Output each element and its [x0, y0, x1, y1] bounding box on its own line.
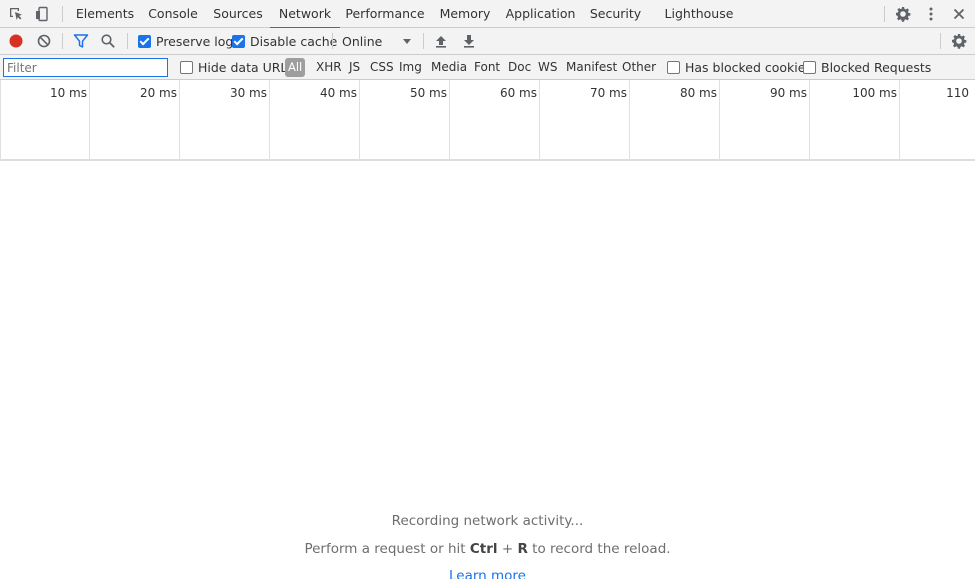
timeline-gridline — [899, 80, 900, 161]
shortcut-key-r: R — [517, 541, 528, 557]
type-filter-media[interactable]: Media — [431, 55, 467, 80]
has-blocked-cookies-checkbox[interactable] — [667, 61, 680, 74]
timeline-tick-label: 60 ms — [499, 86, 537, 100]
throttling-select[interactable]: Online — [342, 34, 382, 49]
timeline-tick-label: 70 ms — [589, 86, 627, 100]
tab-sources[interactable]: Sources — [210, 0, 266, 28]
timeline-tick-label: 50 ms — [409, 86, 447, 100]
timeline-gridline — [359, 80, 360, 161]
search-icon[interactable] — [100, 33, 116, 49]
learn-more-link[interactable]: Learn more — [449, 568, 526, 579]
has-blocked-cookies-label[interactable]: Has blocked cookies — [685, 60, 812, 75]
timeline-gridline — [539, 80, 540, 161]
type-filter-manifest[interactable]: Manifest — [566, 55, 617, 80]
chevron-down-icon[interactable] — [399, 33, 415, 49]
timeline-gridline — [449, 80, 450, 161]
divider — [423, 33, 424, 49]
tab-security[interactable]: Security — [588, 0, 643, 28]
close-icon[interactable] — [951, 6, 967, 22]
timeline-tick-label: 80 ms — [679, 86, 717, 100]
network-toolbar: Preserve log Disable cache Online — [0, 28, 975, 55]
type-filter-js[interactable]: JS — [349, 55, 360, 80]
timeline-gridline — [0, 80, 1, 161]
divider — [62, 6, 63, 22]
timeline-gridline — [269, 80, 270, 161]
timeline-gridline — [719, 80, 720, 161]
settings-gear-icon[interactable] — [895, 6, 911, 22]
type-filter-doc[interactable]: Doc — [508, 55, 531, 80]
filter-input[interactable] — [3, 58, 168, 77]
timeline-gridline — [629, 80, 630, 161]
device-toolbar-icon[interactable] — [34, 6, 50, 22]
disable-cache-label[interactable]: Disable cache — [250, 34, 337, 49]
type-filter-css[interactable]: CSS — [370, 55, 394, 80]
tab-performance[interactable]: Performance — [345, 0, 425, 28]
export-har-icon[interactable] — [461, 33, 477, 49]
more-options-icon[interactable] — [923, 6, 939, 22]
blocked-requests-label[interactable]: Blocked Requests — [821, 60, 931, 75]
timeline-tick-label: 40 ms — [319, 86, 357, 100]
filter-bar: Hide data URLs All XHR JS CSS Img Media … — [0, 55, 975, 80]
learn-more-wrap: Learn more — [0, 568, 975, 579]
network-settings-gear-icon[interactable] — [951, 33, 967, 49]
disable-cache-checkbox[interactable] — [232, 35, 245, 48]
requests-pane: Recording network activity... Perform a … — [0, 163, 975, 579]
divider — [127, 33, 128, 49]
timeline-tick-label: 10 ms — [49, 86, 87, 100]
filter-icon[interactable] — [73, 33, 89, 49]
divider — [62, 33, 63, 49]
timeline-overview[interactable]: 10 ms 20 ms 30 ms 40 ms 50 ms 60 ms 70 m… — [0, 80, 975, 161]
type-filter-all[interactable]: All — [285, 58, 306, 77]
reload-hint-text: Perform a request or hit Ctrl + R to rec… — [0, 541, 975, 557]
type-filter-xhr[interactable]: XHR — [316, 55, 342, 80]
record-icon[interactable] — [8, 33, 24, 49]
timeline-gridline — [809, 80, 810, 161]
tab-application[interactable]: Application — [503, 0, 578, 28]
type-filter-img[interactable]: Img — [399, 55, 422, 80]
timeline-tick-label: 30 ms — [229, 86, 267, 100]
preserve-log-checkbox[interactable] — [138, 35, 151, 48]
divider — [332, 33, 333, 49]
tab-network[interactable]: Network — [270, 0, 340, 29]
clear-icon[interactable] — [36, 33, 52, 49]
tab-lighthouse[interactable]: Lighthouse — [664, 0, 734, 28]
timeline-tick-label: 100 ms — [852, 86, 897, 100]
preserve-log-label[interactable]: Preserve log — [156, 34, 233, 49]
hide-data-urls-checkbox[interactable] — [180, 61, 193, 74]
tab-memory[interactable]: Memory — [436, 0, 494, 28]
timeline-tick-label: 110 — [946, 86, 969, 100]
timeline-tick-label: 90 ms — [769, 86, 807, 100]
shortcut-key-ctrl: Ctrl — [469, 541, 498, 557]
divider — [940, 33, 941, 49]
devtools-tab-bar: Elements Console Sources Network Perform… — [0, 0, 975, 29]
timeline-gridline — [89, 80, 90, 161]
tab-console[interactable]: Console — [143, 0, 203, 28]
inspect-element-icon[interactable] — [8, 6, 24, 22]
divider — [884, 6, 885, 22]
import-har-icon[interactable] — [433, 33, 449, 49]
recording-status-text: Recording network activity... — [391, 513, 584, 529]
type-filter-font[interactable]: Font — [474, 55, 500, 80]
reload-hint-prefix: Perform a request or hit — [304, 541, 470, 557]
shortcut-plus: + — [497, 541, 518, 557]
hide-data-urls-label[interactable]: Hide data URLs — [198, 60, 294, 75]
timeline-gridline — [179, 80, 180, 161]
timeline-tick-label: 20 ms — [139, 86, 177, 100]
type-filter-ws[interactable]: WS — [538, 55, 557, 80]
tab-elements[interactable]: Elements — [74, 0, 136, 28]
type-filter-other[interactable]: Other — [622, 55, 656, 80]
blocked-requests-checkbox[interactable] — [803, 61, 816, 74]
reload-hint-suffix: to record the reload. — [527, 541, 671, 557]
